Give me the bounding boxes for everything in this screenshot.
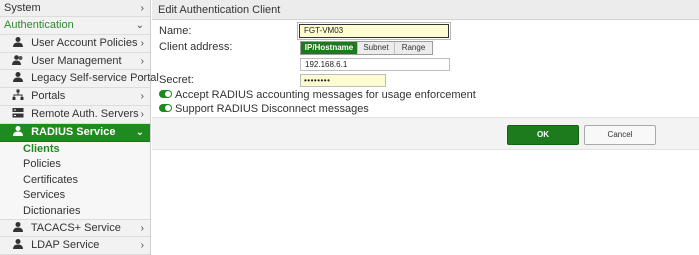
secret-label: Secret: xyxy=(159,74,194,86)
sidebar-item-portals[interactable]: Portals › xyxy=(0,88,150,106)
ok-button[interactable]: OK xyxy=(507,125,579,145)
network-icon xyxy=(12,89,24,101)
ip-hostname-field[interactable]: 192.168.6.1 xyxy=(300,58,450,71)
accounting-toggle-row: Accept RADIUS accounting messages for us… xyxy=(159,89,476,101)
sidebar-item-ldap-service[interactable]: LDAP Service › xyxy=(0,237,150,255)
user-icon xyxy=(12,71,24,83)
accounting-toggle[interactable] xyxy=(159,90,172,99)
sidebar-item-user-management[interactable]: User Management › xyxy=(0,53,150,71)
chevron-down-icon: ⌄ xyxy=(135,20,144,31)
sidebar-subitem-clients[interactable]: Clients xyxy=(0,141,150,158)
user-icon xyxy=(12,238,24,250)
sidebar-item-label: Remote Auth. Servers xyxy=(31,107,139,120)
chevron-down-icon: ⌄ xyxy=(135,126,144,138)
disconnect-toggle[interactable] xyxy=(159,104,172,113)
server-icon xyxy=(12,107,24,119)
sidebar: System › Authentication ⌄ User Account P… xyxy=(0,0,159,255)
chevron-right-icon: › xyxy=(140,37,144,49)
sidebar-item-legacy-self-service-portal[interactable]: Legacy Self-service Portal › xyxy=(0,70,159,89)
sidebar-item-label: TACACS+ Service xyxy=(30,221,121,234)
sidebar-item-authentication[interactable]: Authentication ⌄ xyxy=(0,17,150,35)
sidebar-item-label: Portals xyxy=(31,90,66,103)
secret-field[interactable]: •••••••• xyxy=(300,74,386,87)
user-icon xyxy=(12,36,24,48)
user-icon xyxy=(12,125,24,137)
sidebar-item-system[interactable]: System › xyxy=(0,0,150,17)
sidebar-item-tacacs-service[interactable]: TACACS+ Service › xyxy=(0,220,150,238)
sidebar-item-label: RADIUS Service xyxy=(31,125,116,138)
sidebar-subitem-certificates[interactable]: Certificates xyxy=(0,172,150,189)
chevron-right-icon: › xyxy=(140,73,144,85)
chevron-right-icon: › xyxy=(140,108,144,120)
sidebar-item-radius-service[interactable]: RADIUS Service ⌄ xyxy=(0,123,150,142)
sidebar-subitem-dictionaries[interactable]: Dictionaries xyxy=(0,203,150,220)
chevron-right-icon: › xyxy=(140,222,144,234)
chevron-right-icon: › xyxy=(140,3,144,14)
client-address-label: Client address: xyxy=(159,41,233,53)
disconnect-toggle-label: Support RADIUS Disconnect messages xyxy=(175,103,369,115)
sidebar-item-label: System xyxy=(4,2,41,14)
sidebar-subitem-services[interactable]: Services xyxy=(0,188,150,204)
sidebar-item-label: User Management xyxy=(31,54,122,67)
address-mode-range[interactable]: Range xyxy=(395,42,432,54)
user-icon xyxy=(12,221,24,233)
dialog-footer: OK Cancel xyxy=(152,117,699,150)
accounting-toggle-label: Accept RADIUS accounting messages for us… xyxy=(175,89,476,101)
address-mode-ip-hostname[interactable]: IP/Hostname xyxy=(301,42,358,54)
cancel-button[interactable]: Cancel xyxy=(584,125,656,145)
disconnect-toggle-row: Support RADIUS Disconnect messages xyxy=(159,103,369,115)
chevron-right-icon: › xyxy=(140,240,144,252)
sidebar-subitem-policies[interactable]: Policies xyxy=(0,157,150,173)
sidebar-item-label: LDAP Service xyxy=(31,239,100,252)
sidebar-item-user-account-policies[interactable]: User Account Policies › xyxy=(0,35,150,53)
address-mode-subnet[interactable]: Subnet xyxy=(358,42,395,54)
sidebar-item-remote-auth-servers[interactable]: Remote Auth. Servers › xyxy=(0,106,150,124)
edit-client-dialog: Edit Authentication Client Name: FGT-VM0… xyxy=(152,0,699,255)
chevron-right-icon: › xyxy=(140,91,144,103)
dialog-title: Edit Authentication Client xyxy=(152,0,699,20)
name-field[interactable]: FGT-VM03 xyxy=(297,22,451,40)
users-icon xyxy=(12,54,24,66)
sidebar-item-label: User Account Policies xyxy=(31,36,138,49)
chevron-right-icon: › xyxy=(140,55,144,67)
name-label: Name: xyxy=(159,25,192,37)
address-mode-selector: IP/Hostname Subnet Range xyxy=(300,41,433,55)
sidebar-item-label: Authentication xyxy=(4,19,74,31)
